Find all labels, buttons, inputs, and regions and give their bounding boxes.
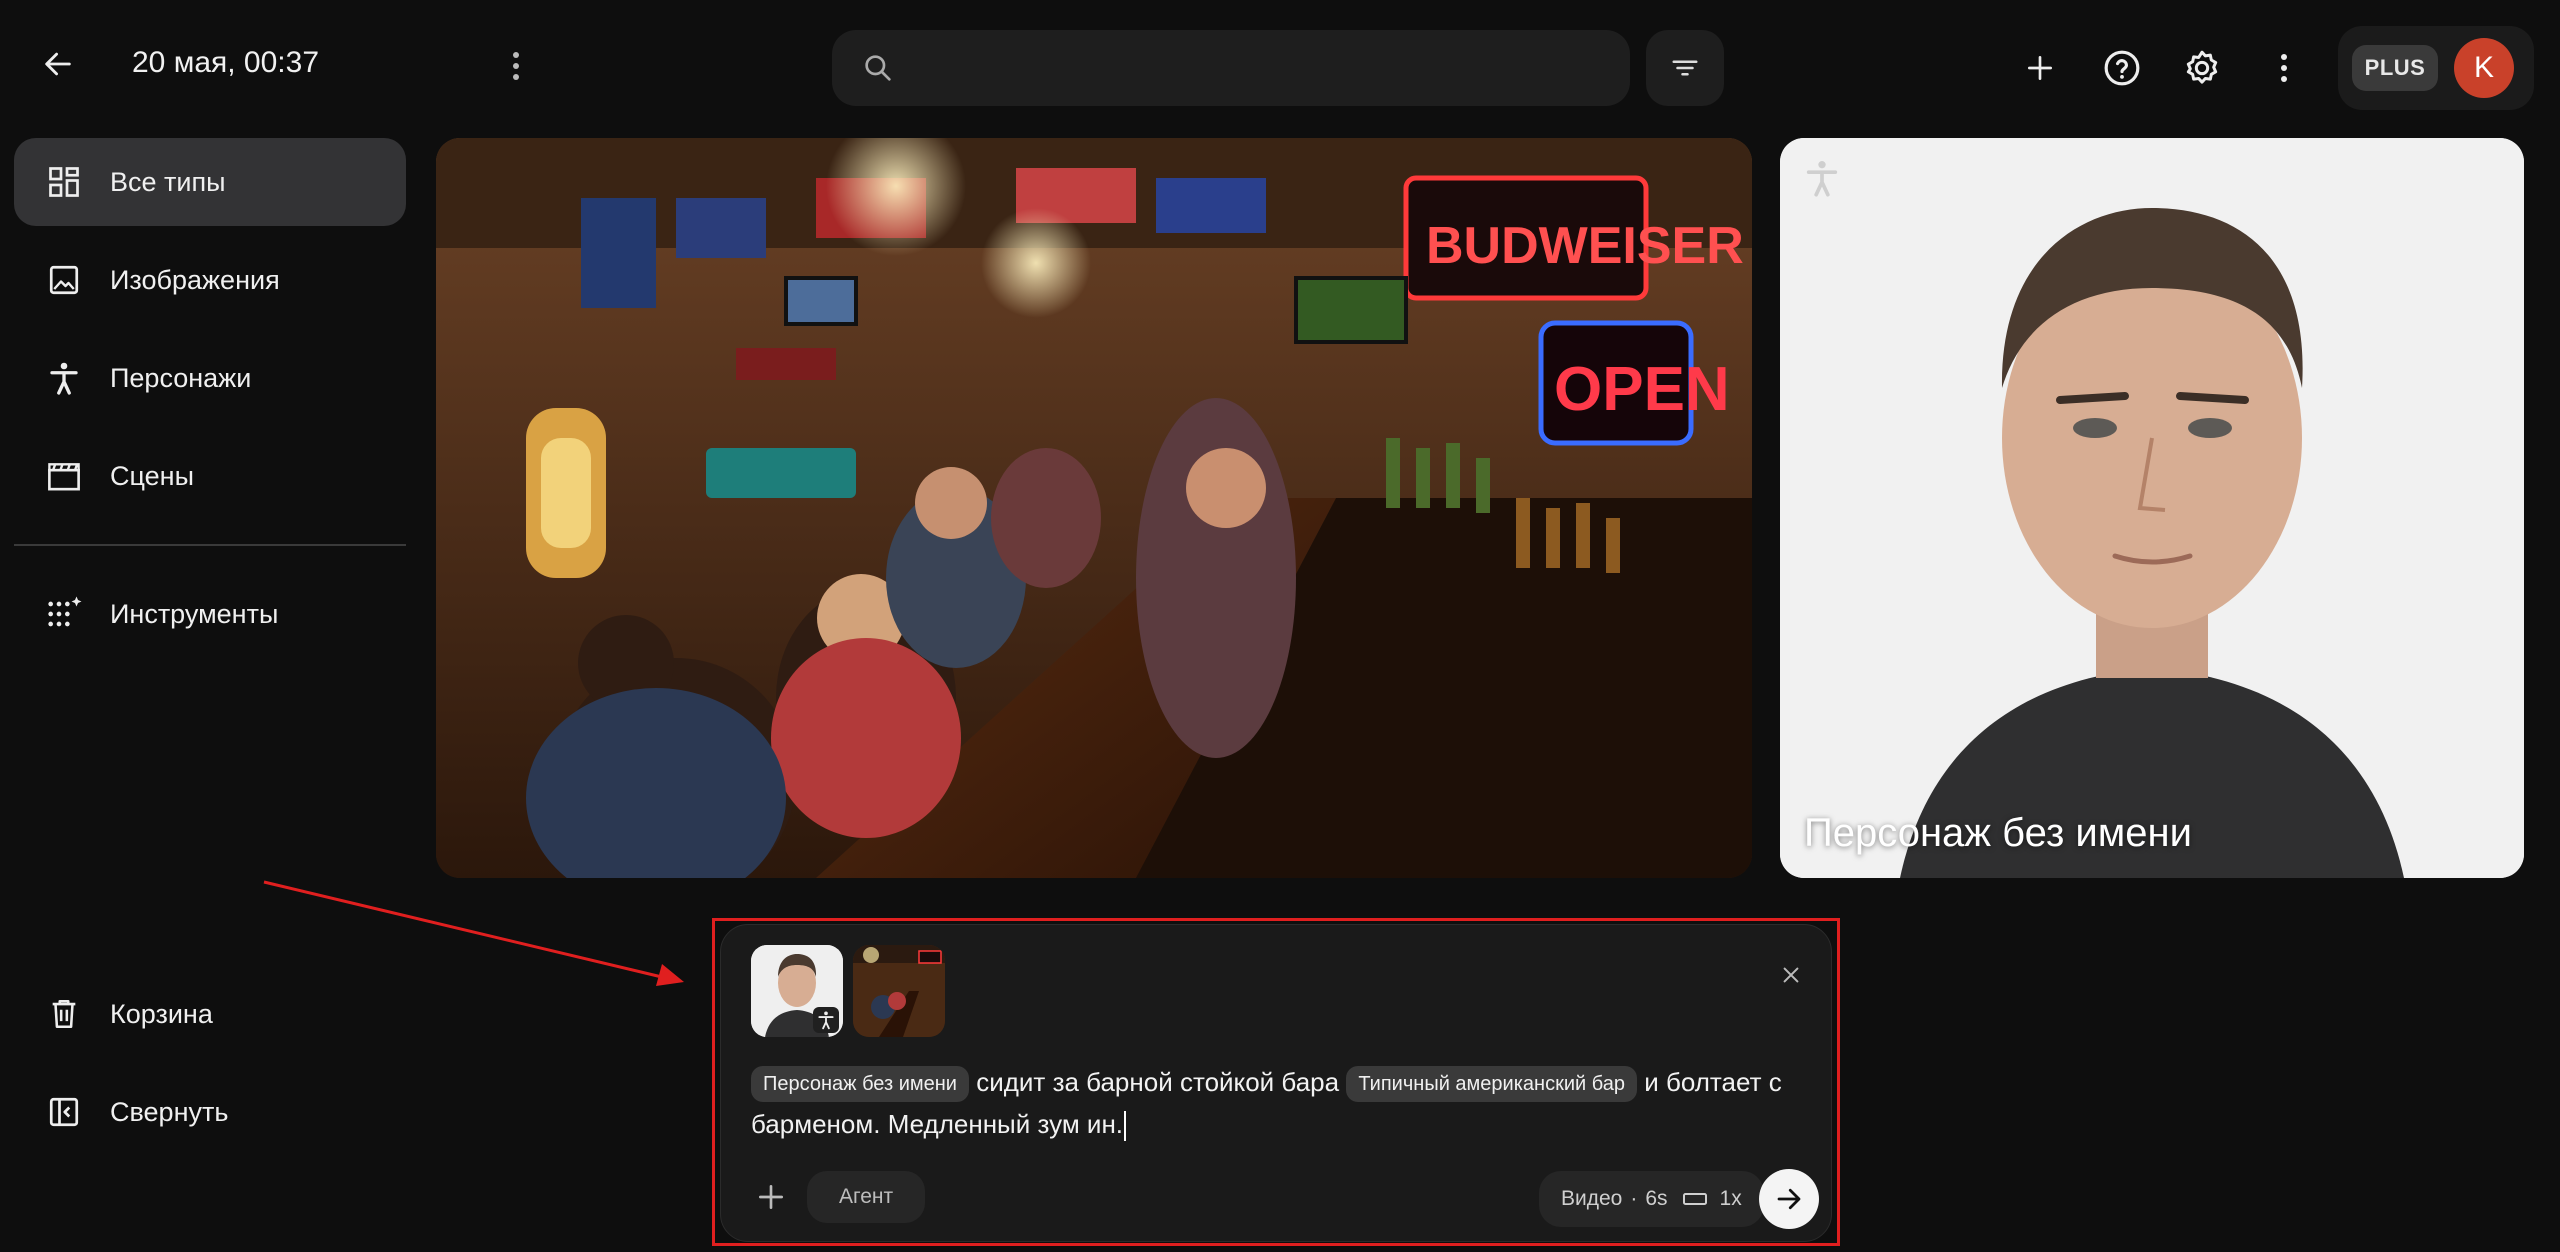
close-composer-button[interactable] xyxy=(1771,955,1811,995)
clapperboard-icon xyxy=(34,446,94,506)
agent-button[interactable]: Агент xyxy=(807,1171,926,1223)
top-bar: 20 мая, 00:37 PLUS K xyxy=(0,0,2560,134)
sidebar-item-label: Инструменты xyxy=(110,598,279,629)
person-icon xyxy=(34,348,94,408)
gear-icon xyxy=(2186,50,2218,84)
character-card[interactable]: Персонаж без имени xyxy=(1780,138,2524,878)
bar-scene-image: BUDWEISER OPEN xyxy=(436,138,1752,878)
plus-icon xyxy=(2028,56,2052,80)
aspect-ratio-icon xyxy=(1682,1193,1707,1205)
svg-text:OPEN: OPEN xyxy=(1554,355,1730,424)
collapse-sidebar-icon xyxy=(34,1082,94,1142)
account-area: PLUS K xyxy=(2338,26,2534,110)
scene-thumbnail-image xyxy=(853,945,945,1037)
trash-icon xyxy=(34,984,94,1044)
sidebar-item-label: Сцены xyxy=(110,460,194,491)
more-vertical-icon xyxy=(513,52,519,80)
send-button[interactable] xyxy=(1759,1169,1819,1229)
sidebar-item-label: Изображения xyxy=(110,264,280,295)
plan-badge[interactable]: PLUS xyxy=(2352,45,2438,91)
search-bar[interactable] xyxy=(832,30,1630,106)
character-mention-chip[interactable]: Персонаж без имени xyxy=(751,1066,969,1103)
attached-scene-thumbnail[interactable] xyxy=(853,945,945,1037)
sidebar-item-images[interactable]: Изображения xyxy=(14,236,406,324)
sidebar-item-characters[interactable]: Персонажи xyxy=(14,334,406,422)
search-input[interactable] xyxy=(912,52,1592,84)
character-card-title: Персонаж без имени xyxy=(1804,811,2192,855)
sidebar-item-trash[interactable]: Корзина xyxy=(14,970,406,1058)
grid-icon xyxy=(34,152,94,212)
person-icon xyxy=(1802,158,1842,198)
image-icon xyxy=(34,250,94,310)
avatar[interactable]: K xyxy=(2454,38,2514,98)
output-count-label: 1x xyxy=(1719,1187,1742,1210)
sidebar-item-scenes[interactable]: Сцены xyxy=(14,432,406,520)
sidebar-item-tools[interactable]: Инструменты xyxy=(14,570,406,658)
arrow-right-icon xyxy=(1777,1188,1801,1210)
add-attachment-button[interactable] xyxy=(747,1173,795,1221)
settings-button[interactable] xyxy=(2174,40,2230,96)
sidebar-item-label: Все типы xyxy=(110,166,226,197)
page-title: 20 мая, 00:37 xyxy=(132,46,320,79)
plus-icon xyxy=(759,1185,783,1209)
person-icon xyxy=(813,1007,839,1033)
media-type-label: Видео xyxy=(1561,1187,1623,1210)
duration-label: 6s xyxy=(1645,1187,1668,1210)
more-options-button[interactable] xyxy=(2256,40,2312,96)
svg-text:BUDWEISER: BUDWEISER xyxy=(1426,217,1744,275)
create-button[interactable] xyxy=(2012,40,2068,96)
text-caret xyxy=(1124,1111,1127,1142)
filter-button[interactable] xyxy=(1646,30,1724,106)
sidebar-item-label: Свернуть xyxy=(110,1096,229,1127)
sidebar-item-label: Персонажи xyxy=(110,362,252,393)
scene-card[interactable]: BUDWEISER OPEN xyxy=(436,138,1752,878)
help-button[interactable] xyxy=(2094,40,2150,96)
help-circle-icon xyxy=(2104,50,2140,86)
character-portrait-image xyxy=(1780,138,2524,878)
sidebar-item-label: Корзина xyxy=(110,998,213,1029)
sidebar-item-collapse[interactable]: Свернуть xyxy=(14,1068,406,1156)
close-icon xyxy=(1783,967,1799,983)
generation-settings-button[interactable]: Видео · 6s 1x xyxy=(1539,1171,1764,1227)
back-button[interactable] xyxy=(30,36,86,92)
more-vertical-icon xyxy=(2281,54,2287,82)
prompt-input[interactable]: Персонаж без имени сидит за барной стойк… xyxy=(751,1061,1791,1145)
arrow-left-icon xyxy=(45,52,71,76)
filter-icon xyxy=(1672,60,1698,76)
scene-mention-chip[interactable]: Типичный американский бар xyxy=(1346,1066,1637,1103)
title-menu-button[interactable] xyxy=(492,40,540,92)
sparkle-dots-icon xyxy=(34,584,94,644)
attached-character-thumbnail[interactable] xyxy=(751,945,843,1037)
sidebar-item-all-types[interactable]: Все типы xyxy=(14,138,406,226)
prompt-composer: Персонаж без имени сидит за барной стойк… xyxy=(720,924,1832,1242)
prompt-text-segment: сидит за барной стойкой бара xyxy=(976,1067,1340,1097)
sidebar-divider xyxy=(14,544,406,546)
search-icon xyxy=(865,55,891,81)
